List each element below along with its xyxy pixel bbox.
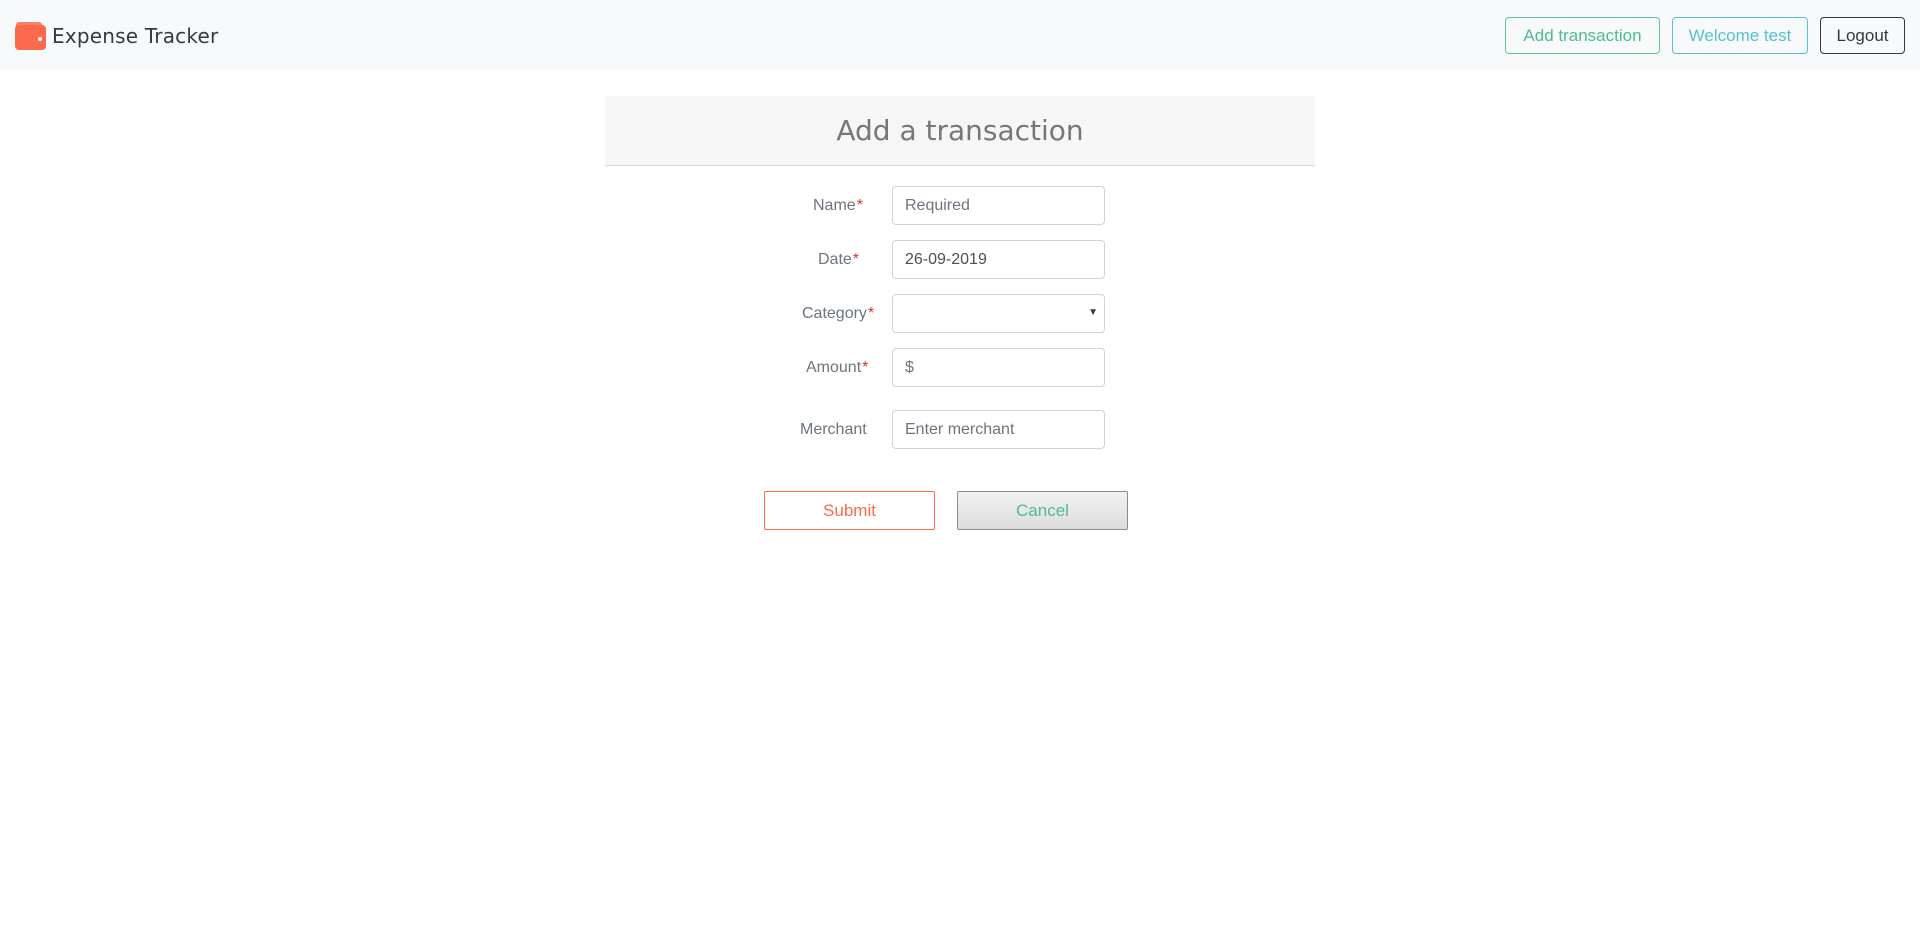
brand-link[interactable]: Expense Tracker — [15, 20, 218, 52]
navbar: Expense Tracker Add transaction Welcome … — [0, 0, 1920, 70]
required-marker: * — [852, 250, 860, 268]
name-input[interactable] — [892, 186, 1105, 225]
add-transaction-button[interactable]: Add transaction — [1505, 17, 1660, 54]
date-row: Date * — [605, 240, 1315, 279]
welcome-user-button[interactable]: Welcome test — [1672, 17, 1808, 54]
merchant-label: Merchant — [800, 420, 867, 438]
required-marker: * — [856, 196, 863, 214]
required-marker: * — [867, 304, 875, 322]
form-header: Add a transaction — [605, 96, 1315, 166]
wallet-icon — [15, 22, 46, 50]
page-title: Add a transaction — [836, 114, 1084, 147]
brand-title: Expense Tracker — [52, 24, 219, 48]
category-select[interactable] — [892, 294, 1105, 333]
name-row: Name * — [605, 186, 1315, 225]
category-label: Category * — [802, 304, 875, 322]
amount-label: Amount * — [806, 358, 869, 376]
cancel-button[interactable]: Cancel — [957, 491, 1128, 530]
submit-button[interactable]: Submit — [764, 491, 935, 530]
merchant-row: Merchant — [605, 410, 1315, 449]
required-marker: * — [862, 358, 869, 376]
category-select-wrapper: ▼ — [892, 294, 1105, 333]
logout-button[interactable]: Logout — [1820, 17, 1905, 54]
category-row: Category * ▼ — [605, 294, 1315, 333]
date-label: Date * — [818, 250, 860, 268]
merchant-input[interactable] — [892, 410, 1105, 449]
amount-input[interactable] — [892, 348, 1105, 387]
amount-row: Amount * — [605, 348, 1315, 387]
date-input[interactable] — [892, 240, 1105, 279]
name-label: Name * — [813, 196, 863, 214]
